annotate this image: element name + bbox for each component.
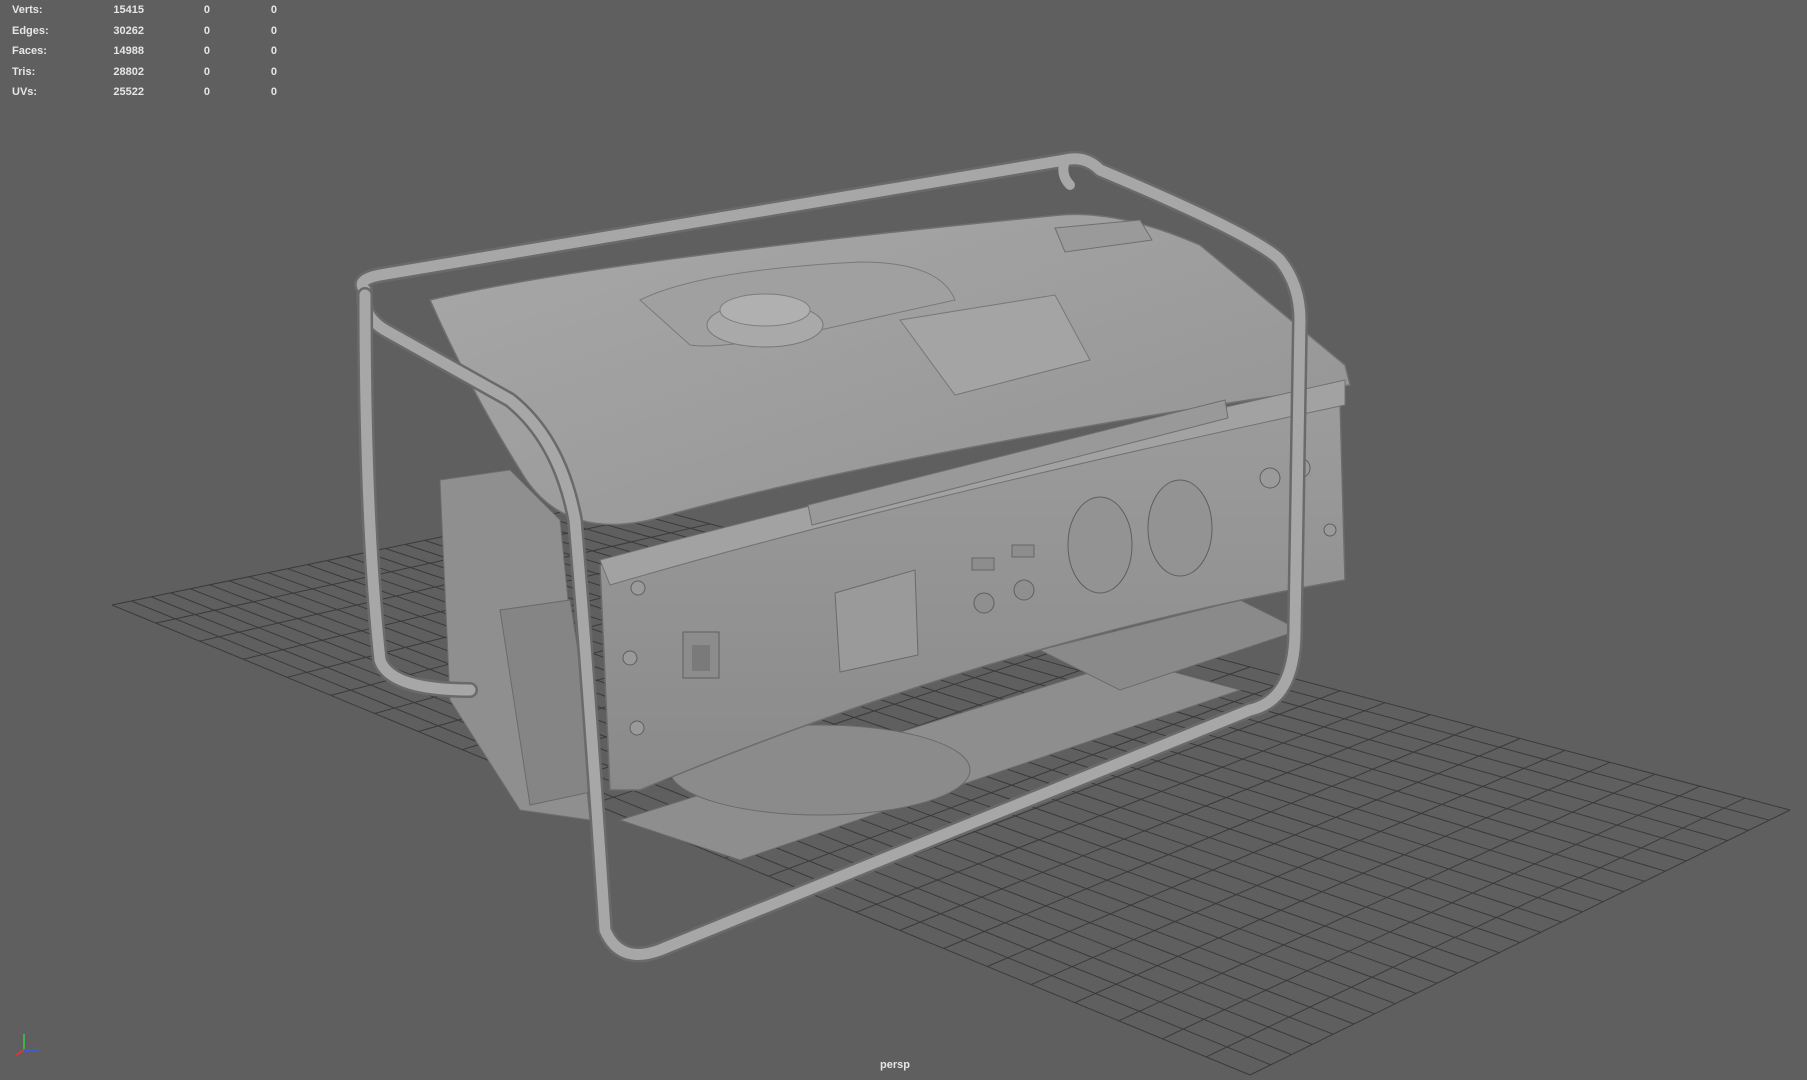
power-switch-rocker: [692, 645, 710, 671]
axis-gizmo-icon: [15, 1034, 38, 1056]
power-outlet-1: [1067, 496, 1133, 594]
control-knob-1: [973, 592, 995, 614]
hud-label: Tris:: [12, 66, 36, 78]
hud-component: 0: [270, 66, 277, 78]
viewport-scene[interactable]: [0, 0, 1807, 1080]
hud-row-tris: Tris: 28802 0 0: [12, 66, 277, 80]
camera-name-label: persp: [880, 1059, 910, 1071]
hud-total: 15415: [113, 4, 144, 16]
hud-selected: 0: [203, 4, 210, 16]
hud-selected: 0: [203, 66, 210, 78]
hud-row-edges: Edges: 30262 0 0: [12, 25, 277, 39]
hud-row-faces: Faces: 14988 0 0: [12, 45, 277, 59]
hud-selected: 0: [203, 25, 210, 37]
control-knob-2: [1013, 579, 1035, 601]
hud-label: Faces:: [12, 45, 47, 57]
indicator-light-2: [1011, 544, 1035, 558]
hud-total: 25522: [113, 86, 144, 98]
breaker-button-1: [1259, 467, 1281, 489]
panel-bolt: [1323, 523, 1337, 537]
hud-selected: 0: [203, 45, 210, 57]
hud-component: 0: [270, 86, 277, 98]
hud-total: 30262: [113, 25, 144, 37]
hud-component: 0: [270, 45, 277, 57]
power-outlet-2: [1147, 479, 1213, 577]
hud-component: 0: [270, 4, 277, 16]
fuel-cap-top: [719, 293, 811, 327]
indicator-light-1: [971, 557, 995, 571]
hud-label: Verts:: [12, 4, 43, 16]
hud-label: Edges:: [12, 25, 49, 37]
hud-row-uvs: UVs: 25522 0 0: [12, 86, 277, 100]
hud-total: 14988: [113, 45, 144, 57]
panel-bolt: [629, 720, 645, 736]
hud-label: UVs:: [12, 86, 38, 98]
hud-component: 0: [270, 25, 277, 37]
hud-total: 28802: [113, 66, 144, 78]
grid-line: [1162, 785, 1701, 1040]
grid-line: [1249, 809, 1791, 1076]
panel-bolt: [622, 650, 638, 666]
hud-selected: 0: [203, 86, 210, 98]
grid-line: [1205, 797, 1746, 1058]
maya-perspective-viewport[interactable]: Verts: 15415 0 0 Edges: 30262 0 0 Faces:…: [0, 0, 1807, 1080]
panel-bolt: [630, 580, 646, 596]
hud-row-verts: Verts: 15415 0 0: [12, 4, 277, 18]
grid-line: [1030, 749, 1566, 986]
